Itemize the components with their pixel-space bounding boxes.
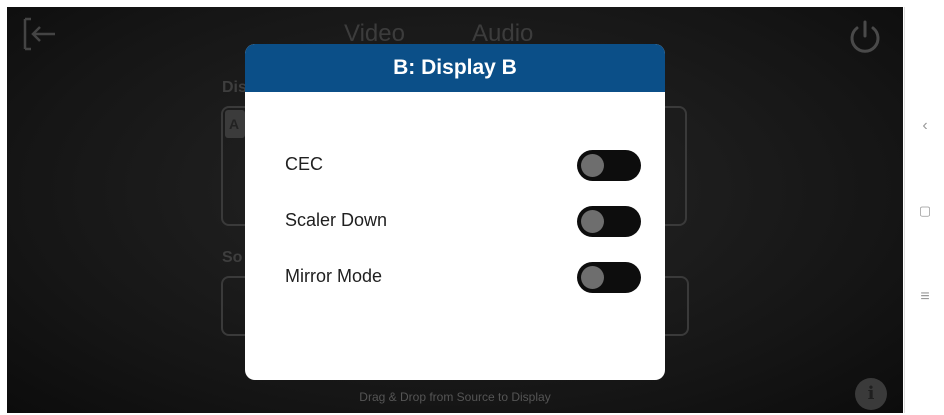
toggle-knob — [581, 266, 604, 289]
option-scaler-down: Scaler Down — [285, 203, 641, 239]
display-tile-label: A — [229, 116, 240, 132]
dialog-title: B: Display B — [245, 44, 665, 92]
source-section-label: So — [222, 249, 243, 266]
mirror-mode-toggle[interactable] — [577, 262, 641, 293]
toggle-knob — [581, 210, 604, 233]
android-home-icon[interactable]: ▢ — [905, 203, 944, 219]
android-menu-icon[interactable]: ≡ — [905, 288, 944, 306]
toggle-knob — [581, 154, 604, 177]
display-section-label: Dis — [222, 79, 247, 96]
display-settings-dialog: B: Display B CEC Scaler Down Mirror Mode — [245, 44, 665, 380]
back-arrow-icon[interactable] — [19, 17, 59, 51]
info-icon[interactable]: i — [855, 378, 887, 410]
android-nav-bar: ‹ ▢ ≡ — [904, 7, 944, 413]
android-back-icon[interactable]: ‹ — [905, 117, 944, 135]
drag-drop-hint: Drag & Drop from Source to Display — [359, 390, 551, 404]
cec-toggle[interactable] — [577, 150, 641, 181]
app-screen: Video Audio Dis A So Drag & Drop from So… — [7, 7, 903, 413]
power-icon[interactable] — [845, 17, 885, 57]
option-cec: CEC — [285, 147, 641, 183]
scaler-down-toggle[interactable] — [577, 206, 641, 237]
option-mirror-mode: Mirror Mode — [285, 259, 641, 295]
option-label: Mirror Mode — [285, 266, 383, 286]
option-label: Scaler Down — [285, 210, 388, 230]
option-label: CEC — [285, 154, 324, 174]
